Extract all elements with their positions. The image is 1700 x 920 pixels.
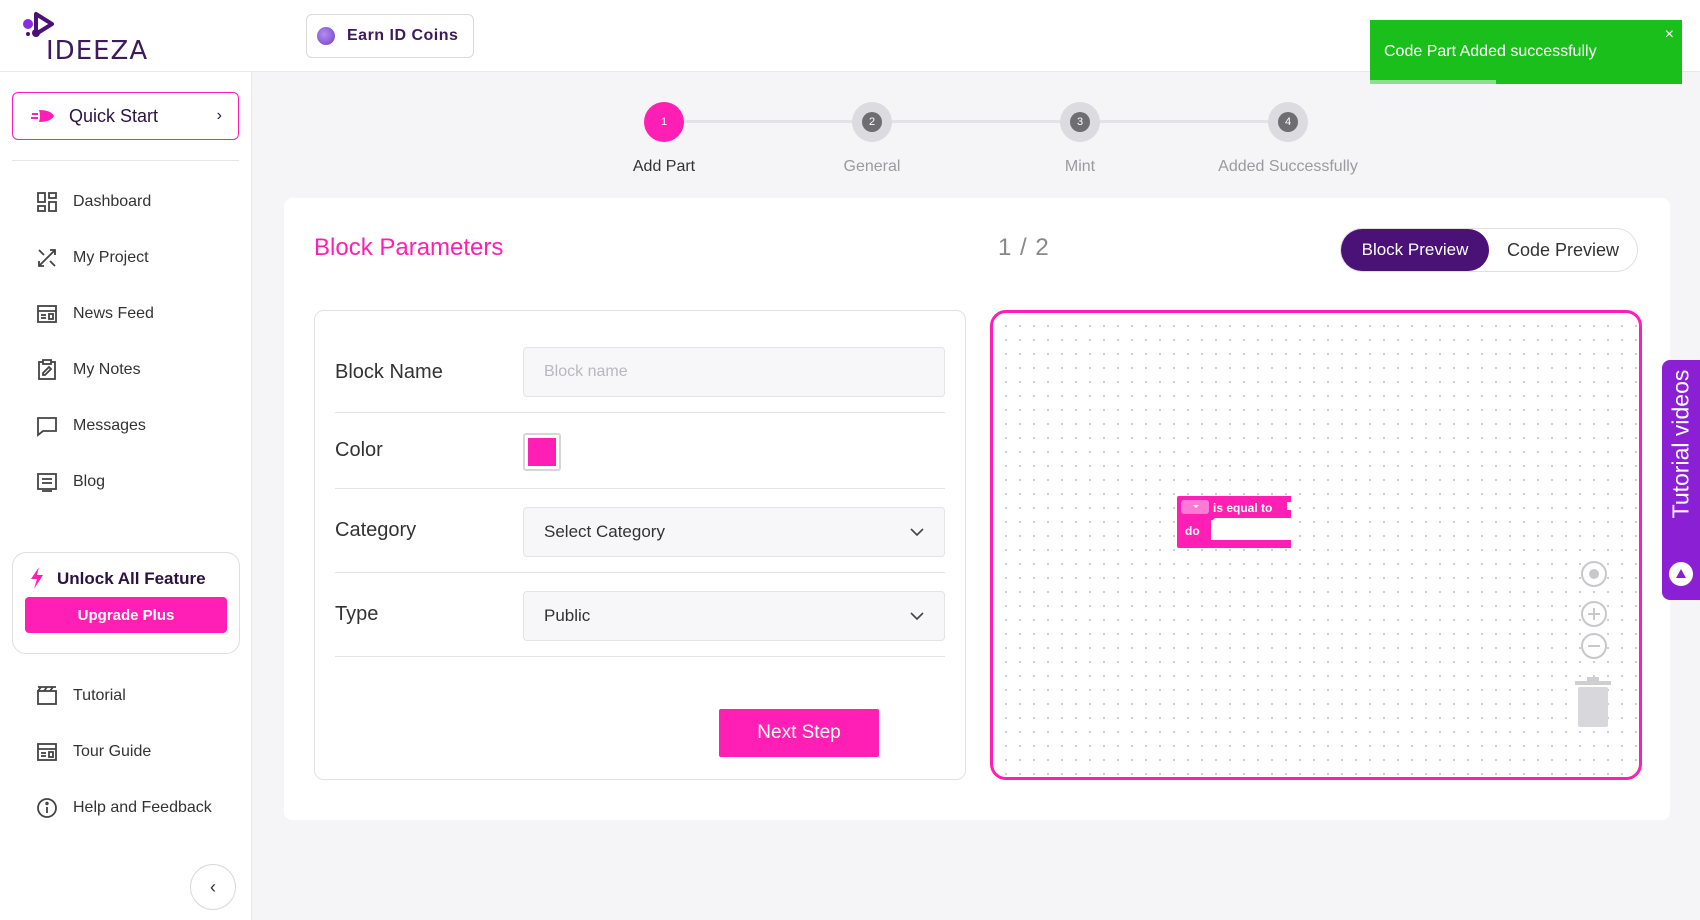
earn-id-coins-button[interactable]: Earn ID Coins	[306, 14, 474, 58]
preview-block[interactable]: is equal to do	[1177, 496, 1295, 550]
sidebar-item-label: Help and Feedback	[73, 799, 212, 816]
play-icon	[1669, 562, 1693, 586]
chevron-down-icon	[910, 612, 924, 620]
sidebar-item-my-project[interactable]: My Project	[36, 230, 154, 286]
page-title: Block Parameters	[314, 234, 504, 261]
sidebar-item-label: My Project	[73, 249, 149, 266]
step-2-label: General	[843, 158, 901, 175]
type-row: Type Public	[335, 573, 945, 657]
sidebar-item-dashboard[interactable]: Dashboard	[36, 174, 154, 230]
step-4-label: Added Successfully	[1218, 158, 1358, 175]
sidebar-bottom-nav: Tutorial Tour Guide Help and Feedback	[36, 668, 212, 836]
logo-text: IDEEZA	[46, 36, 149, 66]
sidebar-item-messages[interactable]: Messages	[36, 398, 154, 454]
sidebar-item-label: Tour Guide	[73, 743, 152, 760]
ideeza-logo[interactable]: IDEEZA	[22, 10, 152, 66]
sidebar-item-news-feed[interactable]: News Feed	[36, 286, 154, 342]
zoom-out-icon[interactable]	[1579, 631, 1609, 661]
success-toast: Code Part Added successfully ×	[1370, 20, 1682, 84]
sidebar-item-label: Tutorial	[73, 687, 126, 704]
sidebar-item-label: Messages	[73, 417, 146, 434]
step-1-indicator[interactable]: 1	[644, 102, 684, 142]
color-label: Color	[335, 439, 383, 461]
unlock-feature-card: Unlock All Feature Upgrade Plus	[12, 552, 240, 654]
collapse-sidebar-button[interactable]: ‹	[190, 864, 236, 910]
sidebar-item-my-notes[interactable]: My Notes	[36, 342, 154, 398]
type-select[interactable]: Public	[523, 591, 945, 641]
sidebar-item-label: Dashboard	[73, 193, 152, 210]
color-swatch	[528, 438, 556, 466]
step-connector	[892, 120, 1060, 123]
zoom-in-icon[interactable]	[1579, 599, 1609, 629]
blog-icon	[37, 473, 57, 492]
close-icon[interactable]: ×	[1665, 26, 1674, 44]
sidebar: Quick Start › Dashboard My Project News …	[0, 72, 252, 920]
block-name-input[interactable]	[523, 347, 945, 397]
tutorial-videos-tab[interactable]: Tutorial videos	[1662, 360, 1700, 600]
chevron-left-icon: ‹	[210, 876, 216, 897]
category-value: Select Category	[544, 522, 665, 541]
step-3-indicator[interactable]: 3	[1060, 102, 1100, 142]
page-indicator: 1 / 2	[998, 234, 1050, 261]
step-number: 2	[862, 112, 882, 132]
trash-icon[interactable]	[1573, 677, 1613, 729]
notes-icon	[38, 359, 56, 380]
step-number: 1	[654, 112, 674, 132]
step-number: 3	[1070, 112, 1090, 132]
type-value: Public	[544, 606, 591, 625]
sidebar-nav: Dashboard My Project News Feed My Notes …	[36, 174, 154, 510]
sidebar-item-label: My Notes	[73, 361, 141, 378]
color-row: Color	[335, 413, 945, 489]
step-2-indicator[interactable]: 2	[852, 102, 892, 142]
project-icon	[38, 249, 56, 267]
tutorial-icon	[37, 686, 57, 705]
sidebar-item-blog[interactable]: Blog	[36, 454, 154, 510]
sidebar-item-label: News Feed	[73, 305, 154, 322]
dashboard-icon	[37, 192, 57, 212]
block-name-label: Block Name	[335, 361, 443, 383]
step-4-indicator[interactable]: 4	[1268, 102, 1308, 142]
tutorial-videos-label: Tutorial videos	[1667, 369, 1694, 519]
next-step-button[interactable]: Next Step	[719, 709, 879, 757]
newsfeed-icon	[37, 305, 57, 323]
category-label: Category	[335, 519, 417, 541]
step-3-label: Mint	[1064, 158, 1096, 175]
step-connector	[684, 120, 852, 123]
category-select[interactable]: Select Category	[523, 507, 945, 557]
toast-message: Code Part Added successfully	[1384, 43, 1597, 60]
chevron-down-icon	[910, 528, 924, 536]
recenter-icon[interactable]	[1579, 559, 1609, 589]
sidebar-item-tour-guide[interactable]: Tour Guide	[36, 724, 212, 780]
earn-id-coins-label: Earn ID Coins	[347, 27, 459, 44]
step-connector	[1100, 120, 1268, 123]
upgrade-plus-button[interactable]: Upgrade Plus	[25, 597, 227, 633]
block-form: Block Name Color Category Select Categor…	[314, 310, 966, 780]
message-icon	[37, 417, 57, 437]
progress-stepper: 1 2 3 4 Add Part General Mint Added Succ…	[0, 100, 1700, 180]
block-text-bottom: do	[1185, 524, 1200, 538]
step-1-label: Add Part	[632, 158, 696, 175]
block-parameters-card: Block Parameters 1 / 2 Block Preview Cod…	[284, 198, 1670, 820]
unlock-feature-title: Unlock All Feature	[57, 569, 206, 588]
category-row: Category Select Category	[335, 489, 945, 573]
toast-progress-bar	[1370, 80, 1496, 84]
info-icon	[37, 798, 57, 818]
sidebar-item-help-feedback[interactable]: Help and Feedback	[36, 780, 212, 836]
sidebar-item-label: Blog	[73, 473, 106, 490]
block-preview-tab[interactable]: Block Preview	[1341, 229, 1489, 271]
tour-guide-icon	[37, 743, 57, 761]
code-preview-tab[interactable]: Code Preview	[1489, 229, 1637, 271]
block-preview-workspace[interactable]: is equal to do	[990, 310, 1642, 780]
color-picker[interactable]	[523, 433, 561, 471]
block-text-top: is equal to	[1213, 501, 1273, 515]
step-number: 4	[1278, 112, 1298, 132]
sidebar-item-tutorial[interactable]: Tutorial	[36, 668, 212, 724]
lightning-icon	[31, 567, 43, 589]
type-label: Type	[335, 603, 379, 625]
coin-icon	[317, 27, 335, 45]
preview-toggle: Block Preview Code Preview	[1340, 228, 1638, 272]
block-name-row: Block Name	[335, 347, 945, 413]
